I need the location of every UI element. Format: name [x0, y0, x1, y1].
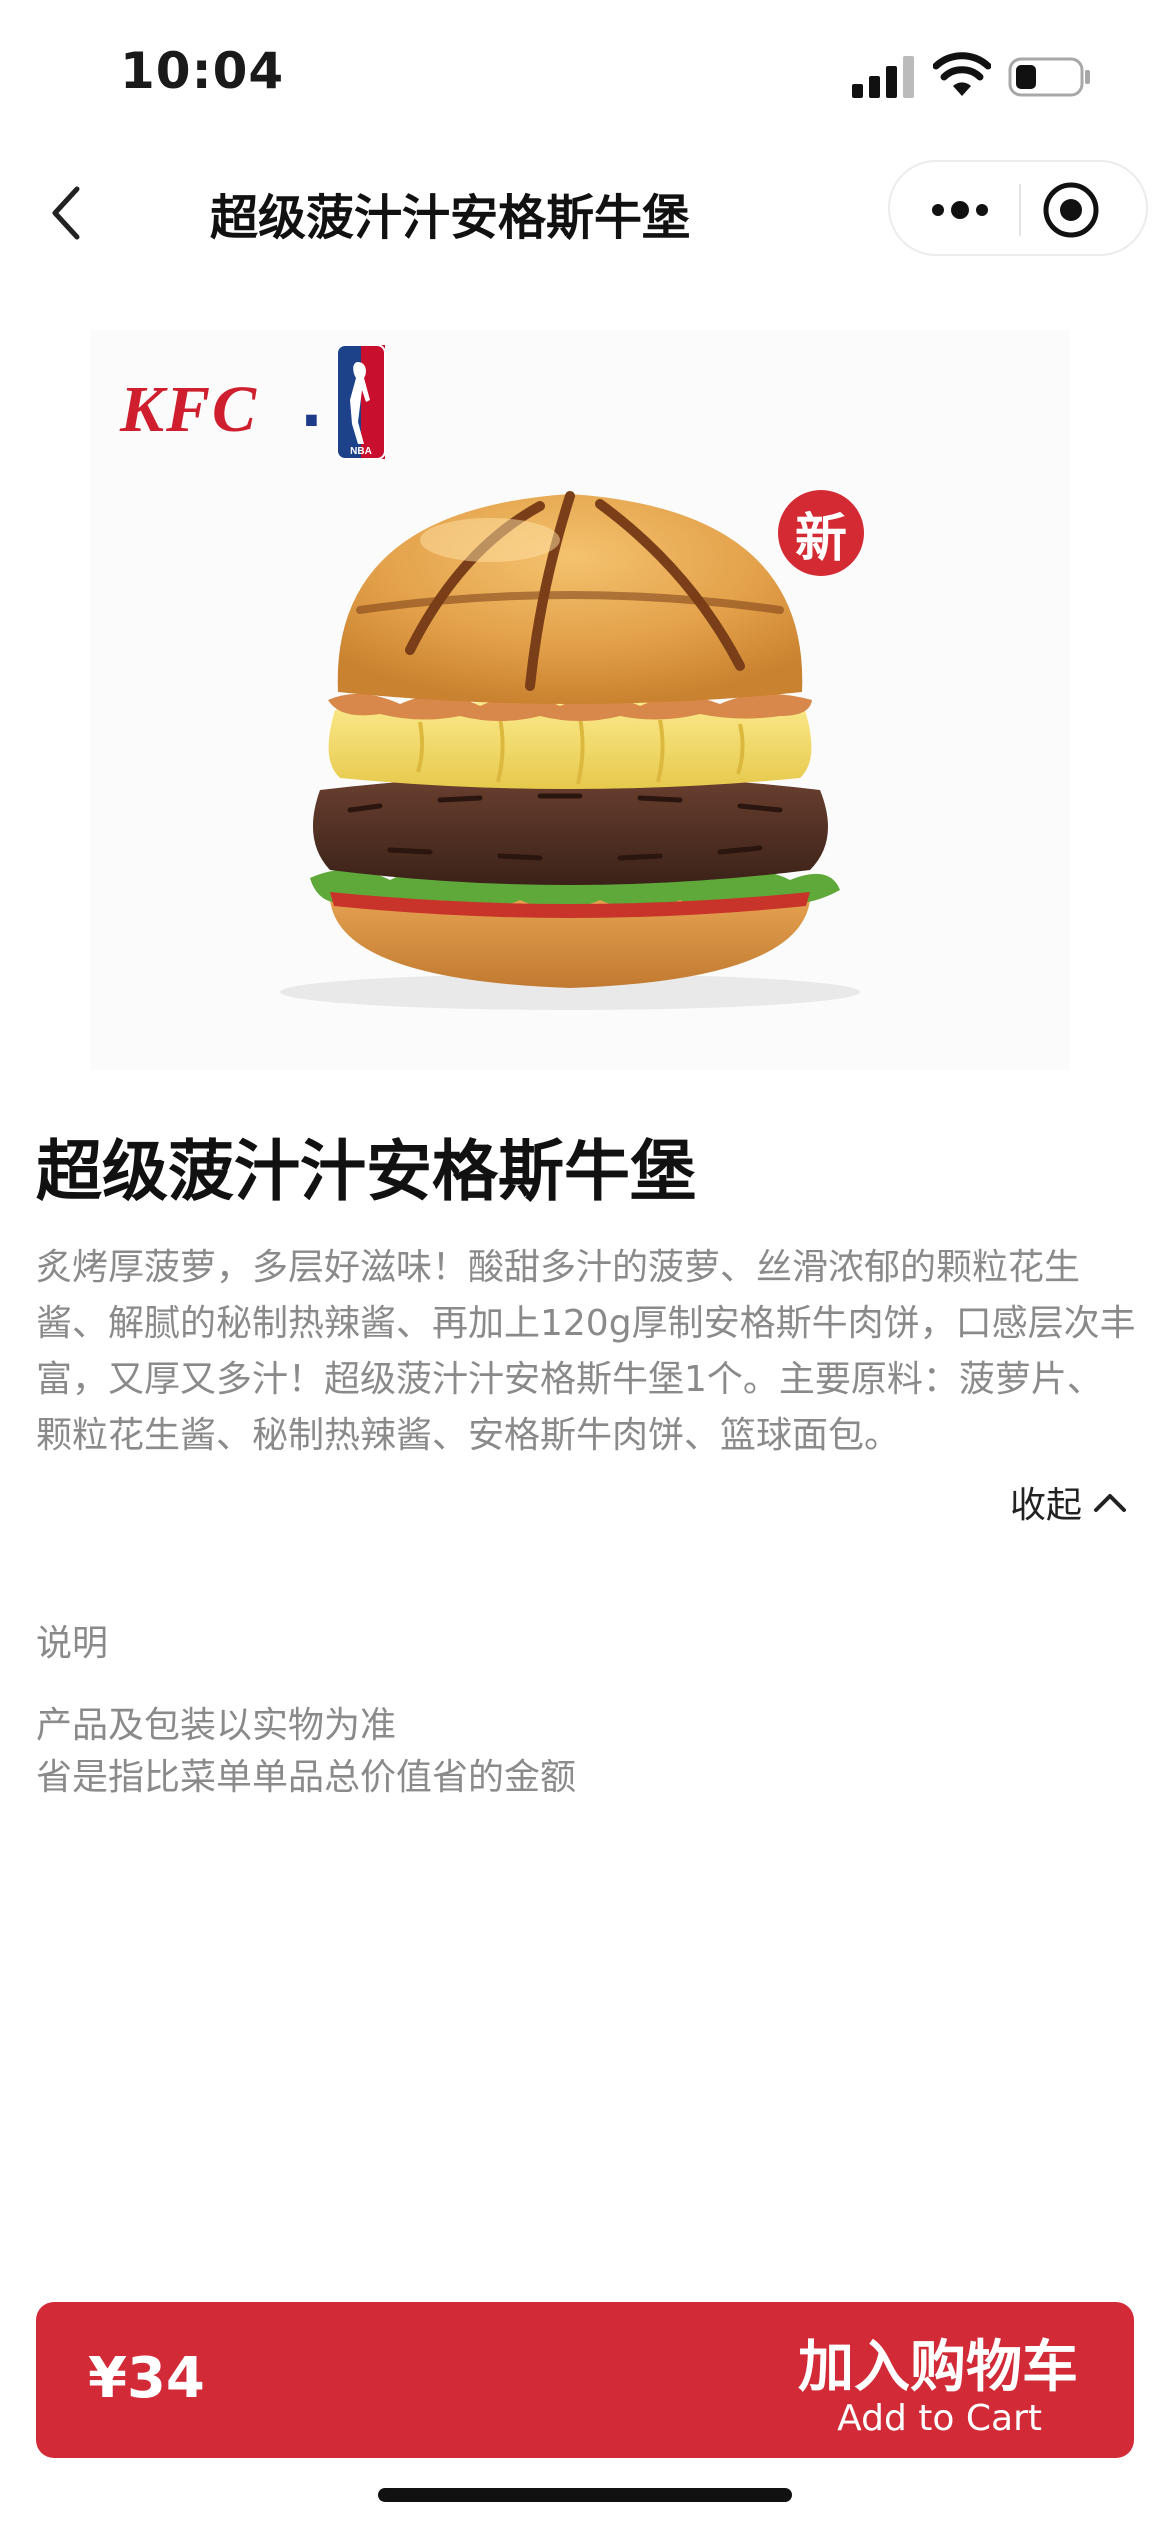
add-to-cart-label-cn: 加入购物车	[798, 2335, 1078, 2400]
add-to-cart-label-en: Add to Cart	[837, 2398, 1042, 2439]
nav-bar: 超级菠汁汁安格斯牛堡	[0, 150, 1170, 270]
new-badge: 新	[778, 490, 864, 576]
kfc-logo: KFC	[120, 373, 259, 446]
notes-label: 说明	[36, 1623, 109, 1664]
collapse-button[interactable]: 收起	[1010, 1476, 1128, 1528]
nav-title: 超级菠汁汁安格斯牛堡	[210, 190, 691, 246]
add-to-cart-button[interactable]: ¥34 加入购物车 Add to Cart	[36, 2302, 1134, 2458]
product-title: 超级菠汁汁安格斯牛堡	[36, 1133, 696, 1210]
svg-text:NBA: NBA	[350, 446, 372, 457]
home-indicator	[378, 2488, 792, 2502]
signal-icon	[852, 56, 914, 98]
note-line: 产品及包装以实物为准	[36, 1705, 397, 1746]
product-image: KFC · NBA 新	[90, 330, 1070, 1070]
close-miniprogram-button[interactable]	[1038, 177, 1104, 243]
chevron-up-icon	[1094, 1494, 1127, 1512]
product-detail-page: 10:04 超级菠汁汁安格斯牛堡 KFC · NBA 新 超级菠汁汁安格斯牛堡 …	[0, 0, 1170, 2532]
more-dots-icon	[932, 201, 988, 219]
battery-icon	[1008, 57, 1090, 97]
back-button[interactable]	[30, 178, 100, 248]
miniprogram-capsule	[888, 160, 1148, 256]
price-label: ¥34	[88, 2346, 205, 2411]
status-time: 10:04	[120, 42, 285, 100]
collapse-label: 收起	[1010, 1485, 1083, 1526]
nba-logo: NBA	[336, 344, 386, 460]
status-bar: 10:04	[0, 0, 1170, 150]
capsule-divider	[1019, 184, 1021, 236]
wifi-icon	[933, 52, 991, 96]
logo-separator: ·	[300, 386, 323, 456]
more-button[interactable]	[920, 182, 1000, 238]
back-arrow-icon	[52, 186, 80, 240]
product-description: 炙烤厚菠萝，多层好滋味！酸甜多汁的菠萝、丝滑浓郁的颗粒花生酱、解腻的秘制热辣酱、…	[36, 1247, 1136, 1456]
close-miniprogram-icon	[1043, 182, 1099, 238]
note-line: 省是指比菜单单品总价值省的金额	[36, 1757, 577, 1798]
